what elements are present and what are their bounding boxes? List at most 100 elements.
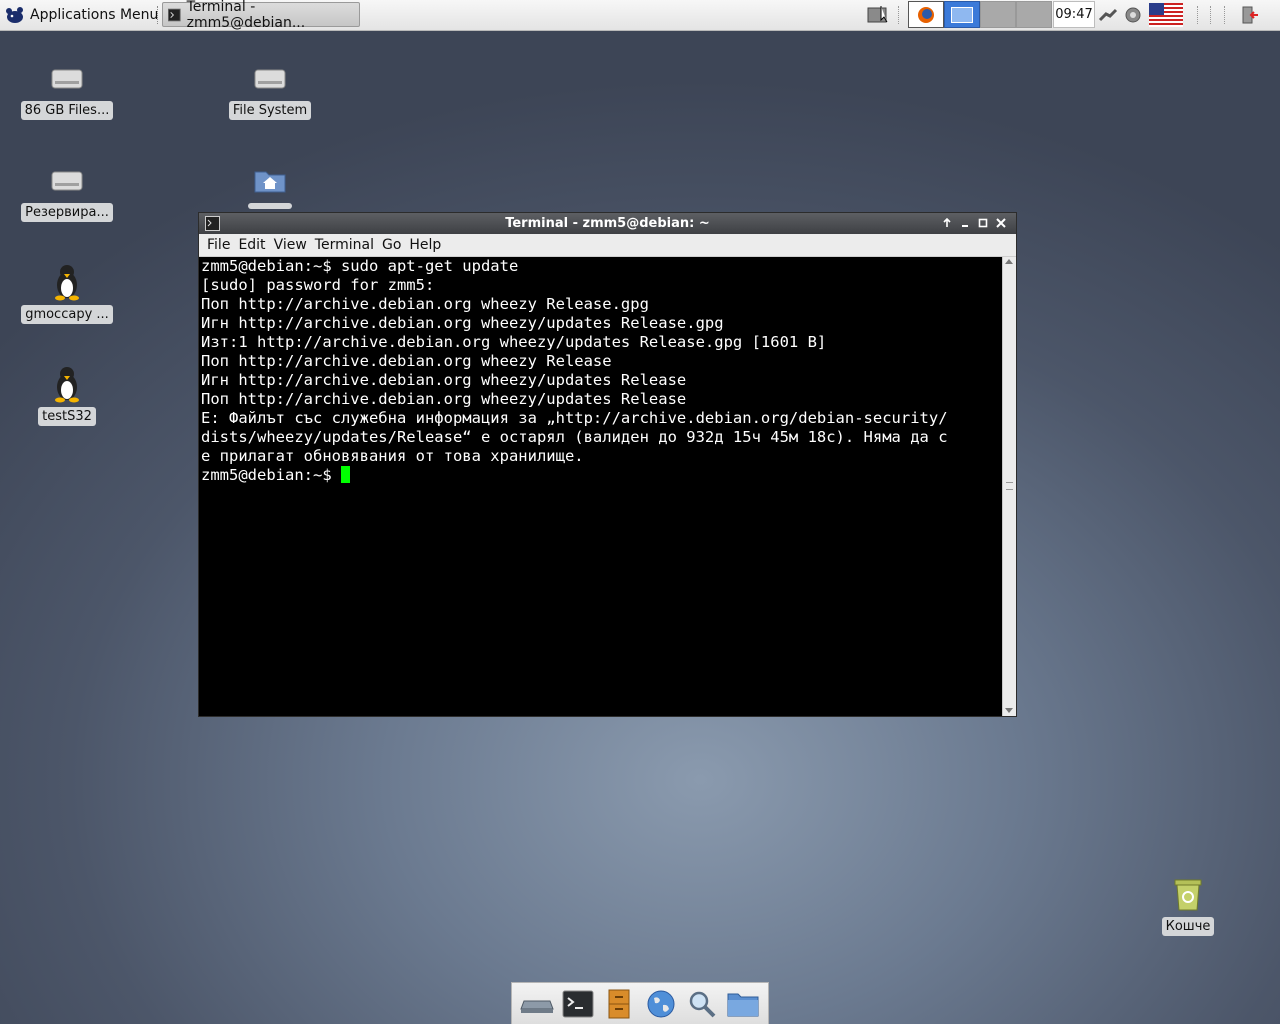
- penguin-icon: [47, 262, 87, 302]
- desktop-icon-reserved[interactable]: Резервира...: [17, 160, 117, 222]
- keyboard-layout-flag[interactable]: [1148, 1, 1184, 28]
- menu-terminal[interactable]: Terminal: [311, 237, 378, 253]
- dock-terminal[interactable]: [560, 987, 596, 1021]
- terminal-line: dists/wheezy/updates/Release“ е остарял …: [201, 428, 948, 446]
- menu-edit[interactable]: Edit: [234, 237, 269, 253]
- terminal-scrollbar[interactable]: [1002, 257, 1016, 716]
- desktop-icon-gmoccapy[interactable]: gmoccapy ...: [17, 262, 117, 324]
- desktop-icon-label: gmoccapy ...: [21, 305, 113, 324]
- folder-icon: [727, 993, 759, 1016]
- terminal-line: е прилагат обновявания от това хранилище…: [201, 447, 584, 465]
- dock-file-manager-cabinet[interactable]: [601, 987, 637, 1021]
- maximize-icon: [978, 218, 988, 228]
- bottom-dock: [511, 982, 769, 1024]
- keep-above-button[interactable]: [939, 215, 955, 231]
- panel-separator: [898, 6, 900, 24]
- dock-web-browser[interactable]: [643, 987, 679, 1021]
- minimize-icon: [962, 225, 968, 227]
- desktop-icon-label: testS32: [38, 407, 96, 426]
- desktop-icon-label: [248, 203, 292, 209]
- panel-separator: [157, 6, 160, 24]
- logout-icon: [1242, 6, 1258, 23]
- terminal-line: Игн http://archive.debian.org wheezy/upd…: [201, 314, 724, 332]
- terminal-prompt: zmm5@debian:~$: [201, 466, 341, 484]
- xfce-mouse-icon: [6, 7, 23, 23]
- scroll-up-arrow[interactable]: [1005, 259, 1013, 264]
- drive-icon: [519, 1000, 554, 1013]
- settings-tray-icon[interactable]: [1121, 1, 1145, 28]
- terminal-icon: [562, 990, 594, 1017]
- search-icon: [689, 991, 716, 1017]
- network-plug-icon: [1098, 8, 1118, 21]
- terminal-titlebar[interactable]: Terminal - zmm5@debian: ~: [199, 213, 1016, 234]
- menu-view[interactable]: View: [270, 237, 311, 253]
- applications-menu-label: Applications Menu: [30, 7, 159, 23]
- terminal-menubar: File Edit View Terminal Go Help: [199, 234, 1016, 257]
- close-button[interactable]: [993, 215, 1009, 231]
- terminal-line: Изт:1 http://archive.debian.org wheezy/u…: [201, 333, 827, 351]
- workspace-1[interactable]: [944, 1, 980, 28]
- terminal-line: [sudo] password for zmm5:: [201, 276, 435, 294]
- menu-file[interactable]: File: [203, 237, 234, 253]
- terminal-window[interactable]: Terminal - zmm5@debian: ~ File Edit View…: [198, 212, 1017, 717]
- desktop-icon-86gb[interactable]: 86 GB Files...: [17, 58, 117, 120]
- panel-separator: [1197, 6, 1199, 24]
- penguin-icon: [47, 364, 87, 404]
- terminal-small-icon: [168, 8, 181, 21]
- terminal-title-text: Terminal - zmm5@debian: ~: [505, 216, 710, 231]
- taskbar-terminal-label: Terminal - zmm5@debian...: [186, 0, 306, 31]
- maximize-button[interactable]: [975, 215, 991, 231]
- terminal-line: Поп http://archive.debian.org wheezy Rel…: [201, 352, 612, 370]
- terminal-line: E: Файлът със служебна информация за „ht…: [201, 409, 948, 427]
- terminal-cursor: [340, 466, 350, 483]
- desktop-icon-label: Кошче: [1161, 917, 1215, 936]
- dock-app-finder[interactable]: [684, 987, 720, 1021]
- scroll-thumb-grip[interactable]: [1006, 482, 1013, 490]
- arrow-up-icon: [943, 218, 951, 227]
- desktop-icon-trash[interactable]: Кошче: [1138, 874, 1238, 936]
- drive-icon: [250, 58, 290, 98]
- screenshot-tray-button[interactable]: [863, 1, 893, 28]
- screenshot-icon: [867, 5, 888, 22]
- terminal-line: Игн http://archive.debian.org wheezy/upd…: [201, 371, 687, 389]
- close-icon: [996, 218, 1006, 228]
- desktop-icon-label: 86 GB Files...: [20, 101, 114, 120]
- applications-menu-button[interactable]: Applications Menu: [4, 3, 158, 27]
- file-cabinet-icon: [608, 989, 630, 1018]
- terminal-line: Поп http://archive.debian.org wheezy Rel…: [201, 295, 649, 313]
- trash-icon: [1168, 874, 1208, 914]
- drive-icon: [47, 58, 87, 98]
- panel-separator: [1224, 6, 1226, 24]
- gear-icon: [1125, 7, 1141, 22]
- terminal-line: Поп http://archive.debian.org wheezy/upd…: [201, 390, 687, 408]
- terminal-window-icon: [205, 216, 220, 231]
- scroll-down-arrow[interactable]: [1005, 708, 1013, 713]
- desktop-icon-tests32[interactable]: testS32: [17, 364, 117, 426]
- terminal-prompt-line: zmm5@debian:~$: [199, 466, 1002, 485]
- globe-icon: [647, 990, 675, 1017]
- panel-separator: [1210, 6, 1212, 24]
- logout-button[interactable]: [1238, 1, 1262, 28]
- firefox-launcher[interactable]: [908, 1, 944, 28]
- dock-show-desktop[interactable]: [519, 987, 555, 1021]
- top-panel: Applications Menu Terminal - zmm5@debian…: [0, 0, 1280, 31]
- desktop-icon-label: Резервира...: [21, 203, 113, 222]
- terminal-line: zmm5@debian:~$ sudo apt-get update: [201, 257, 519, 275]
- workspace-3[interactable]: [1016, 1, 1052, 28]
- menu-help[interactable]: Help: [405, 237, 445, 253]
- home-folder-icon: [250, 160, 290, 200]
- desktop-icon-home[interactable]: [220, 160, 320, 209]
- menu-go[interactable]: Go: [378, 237, 405, 253]
- minimize-button[interactable]: [957, 215, 973, 231]
- taskbar-terminal-button[interactable]: Terminal - zmm5@debian...: [162, 0, 360, 31]
- desktop-icon-file-system[interactable]: File System: [220, 58, 320, 120]
- network-tray-icon[interactable]: [1097, 1, 1119, 28]
- clock[interactable]: 09:47: [1053, 1, 1095, 28]
- terminal-output[interactable]: zmm5@debian:~$ sudo apt-get update [sudo…: [199, 257, 1002, 716]
- drive-icon: [47, 160, 87, 200]
- firefox-icon: [918, 6, 934, 23]
- dock-folder[interactable]: [725, 987, 761, 1021]
- us-flag-icon: [1149, 2, 1183, 27]
- workspace-window-thumb: [951, 6, 973, 23]
- workspace-2[interactable]: [980, 1, 1016, 28]
